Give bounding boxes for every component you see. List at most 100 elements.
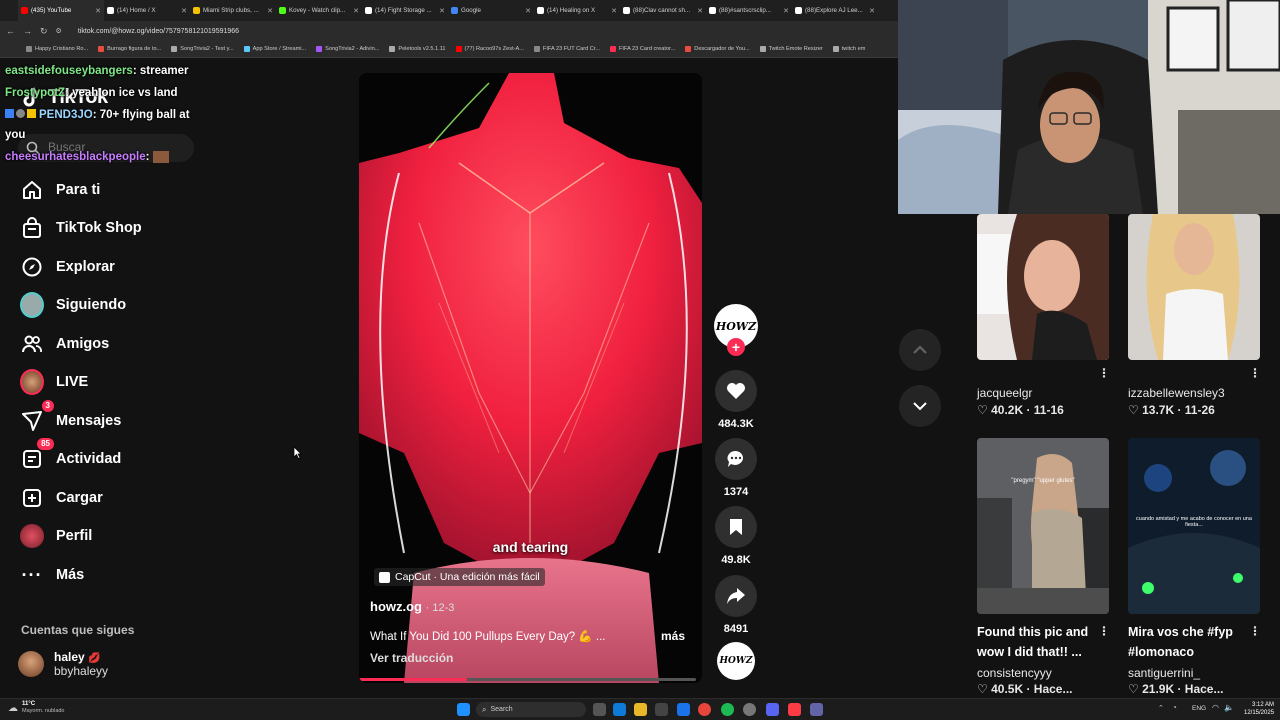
- video-player[interactable]: and tearing CapCut · Una edición más fác…: [359, 73, 702, 683]
- grid-video-thumbnail[interactable]: [1128, 214, 1260, 360]
- browser-tab[interactable]: (88)Explore AJ Lee... ✕: [792, 0, 878, 21]
- chrome-icon[interactable]: [698, 703, 711, 716]
- grid-video-thumbnail[interactable]: "pregym" "upper glutes": [977, 438, 1109, 614]
- sidebar-item-mensajes[interactable]: 3 Mensajes: [20, 400, 121, 433]
- store-icon[interactable]: [655, 703, 668, 716]
- bookmark-item[interactable]: FIFA 23 FUT Card Cr...: [533, 46, 600, 52]
- next-video-button[interactable]: [899, 385, 941, 427]
- taskbar-search[interactable]: ⌕ Search: [476, 702, 586, 717]
- sidebar-item-perfil[interactable]: Perfil: [20, 524, 92, 548]
- browser-tab[interactable]: (435) YouTube ✕: [18, 0, 104, 21]
- comment-button[interactable]: [715, 438, 757, 480]
- see-translation-link[interactable]: Ver traducción: [370, 651, 453, 665]
- close-tab-icon[interactable]: ✕: [869, 7, 875, 15]
- close-tab-icon[interactable]: ✕: [267, 7, 273, 15]
- card-username[interactable]: santiguerrini_: [1128, 666, 1200, 680]
- sidebar-item-siguiendo[interactable]: Siguiendo: [20, 292, 126, 318]
- previous-video-button[interactable]: [899, 329, 941, 371]
- tray-chevron-icon[interactable]: ⌃: [1158, 704, 1164, 712]
- wifi-icon[interactable]: ◠: [1212, 703, 1219, 712]
- close-tab-icon[interactable]: ✕: [525, 7, 531, 15]
- card-more-icon[interactable]: ⋮: [1249, 624, 1261, 638]
- close-tab-icon[interactable]: ✕: [697, 7, 703, 15]
- bookmark-label: twitch em: [841, 46, 866, 52]
- sidebar-item-para-ti[interactable]: Para ti: [20, 178, 100, 202]
- bookmark-item[interactable]: (77) Racoo97s Zest-A...: [455, 46, 524, 52]
- card-more-icon[interactable]: ⋮: [1098, 624, 1110, 638]
- capcut-badge[interactable]: CapCut · Una edición más fácil: [374, 568, 545, 586]
- task-view-icon[interactable]: [593, 703, 606, 716]
- card-username[interactable]: consistencyyy: [977, 666, 1052, 680]
- card-title[interactable]: Mira vos che #fyp #lomonaco: [1128, 622, 1253, 662]
- browser-tab[interactable]: (88)#santscrsclip... ✕: [706, 0, 792, 21]
- start-icon[interactable]: [457, 703, 470, 716]
- sound-disc[interactable]: HOWZ: [714, 642, 758, 680]
- forward-icon[interactable]: →: [23, 26, 32, 36]
- bookmark-item[interactable]: SongTrivia2 - Adivin...: [316, 46, 379, 52]
- card-username[interactable]: jacqueelgr: [977, 386, 1032, 400]
- grid-video-thumbnail[interactable]: cuando amistad y me acabo de conocer en …: [1128, 438, 1260, 614]
- browser-tab[interactable]: (88)Clav cannot sh... ✕: [620, 0, 706, 21]
- creator-avatar-button[interactable]: HOWZ +: [714, 304, 758, 356]
- close-tab-icon[interactable]: ✕: [611, 7, 617, 15]
- close-tab-icon[interactable]: ✕: [353, 7, 359, 15]
- discord-icon[interactable]: [766, 703, 779, 716]
- sidebar-item-amigos[interactable]: Amigos: [20, 332, 109, 356]
- caption-more-link[interactable]: más: [661, 629, 685, 643]
- card-title[interactable]: Found this pic and wow I did that!! ...: [977, 622, 1102, 662]
- language-indicator[interactable]: ENG: [1192, 705, 1206, 712]
- sidebar-item-actividad[interactable]: 85 Actividad: [20, 438, 121, 471]
- mail-icon[interactable]: [677, 703, 690, 716]
- teams-icon[interactable]: [810, 703, 823, 716]
- card-more-icon[interactable]: ⋮: [1249, 366, 1261, 380]
- video-author[interactable]: howz.og · 12-3: [370, 599, 454, 614]
- spotify-icon[interactable]: [721, 703, 734, 716]
- like-button[interactable]: [715, 370, 757, 412]
- music-icon[interactable]: [788, 703, 801, 716]
- site-info-icon[interactable]: ⚙: [56, 27, 62, 35]
- bookmark-item[interactable]: App Store / Streami...: [243, 46, 306, 52]
- bookmark-item[interactable]: Burrago figura de to...: [98, 46, 161, 52]
- bookmark-item[interactable]: Peletools v2.5.1.11: [389, 46, 446, 52]
- grid-video-thumbnail[interactable]: [977, 214, 1109, 360]
- browser-tab[interactable]: (14) Healing on X ✕: [534, 0, 620, 21]
- bookmark-item[interactable]: Descargador de You...: [685, 46, 750, 52]
- card-more-icon[interactable]: ⋮: [1098, 366, 1110, 380]
- close-tab-icon[interactable]: ✕: [783, 7, 789, 15]
- file-explorer-icon[interactable]: [634, 703, 647, 716]
- share-button[interactable]: [715, 575, 757, 617]
- sidebar-item-explorar[interactable]: Explorar: [20, 255, 115, 279]
- bookmark-item[interactable]: Happy Cristiano Ro...: [26, 46, 88, 52]
- browser-tab[interactable]: Kovey - Watch clip... ✕: [276, 0, 362, 21]
- bookmark-item[interactable]: SongTrivia2 - Test y...: [171, 46, 234, 52]
- reload-icon[interactable]: ↻: [40, 26, 48, 37]
- bookmark-item[interactable]: twitch em: [832, 46, 866, 52]
- volume-icon[interactable]: 🔈: [1224, 703, 1234, 712]
- browser-tab[interactable]: (14) Fight Storage ... ✕: [362, 0, 448, 21]
- video-progress-bar[interactable]: [359, 678, 696, 681]
- network-icon[interactable]: ◔: [1172, 703, 1177, 712]
- obs-icon[interactable]: [743, 703, 756, 716]
- following-account-haley[interactable]: haley 💋 bbyhaleyy: [18, 650, 108, 678]
- browser-tab[interactable]: Miami Strip clubs, ... ✕: [190, 0, 276, 21]
- sidebar-item-tiktok-shop[interactable]: TikTok Shop: [20, 216, 142, 240]
- bookmark-item[interactable]: FIFA 23 Card creator...: [610, 46, 675, 52]
- close-tab-icon[interactable]: ✕: [181, 7, 187, 15]
- card-username[interactable]: izzabellewensley3: [1128, 386, 1225, 400]
- back-icon[interactable]: ←: [6, 26, 15, 36]
- edge-icon[interactable]: [613, 703, 626, 716]
- sidebar-item-cargar[interactable]: Cargar: [20, 486, 103, 510]
- browser-tab[interactable]: (14) Home / X ✕: [104, 0, 190, 21]
- clock[interactable]: 3:12 AM 12/15/2025: [1244, 701, 1274, 717]
- save-button[interactable]: [715, 506, 757, 548]
- url-field[interactable]: tiktok.com/@howz.og/video/75797581210195…: [78, 28, 239, 35]
- browser-tab[interactable]: Google ✕: [448, 0, 534, 21]
- chevron-down-icon: [913, 402, 927, 411]
- close-tab-icon[interactable]: ✕: [95, 7, 101, 15]
- bookmark-item[interactable]: Twitch Emote Resizer: [759, 46, 823, 52]
- weather-widget[interactable]: ☁ 11°C Mayorm. nublado: [8, 701, 65, 715]
- sidebar-item-m-s[interactable]: ··· Más: [20, 563, 85, 587]
- close-tab-icon[interactable]: ✕: [439, 7, 445, 15]
- follow-plus-icon[interactable]: +: [727, 338, 745, 356]
- sidebar-item-live[interactable]: LIVE: [20, 369, 88, 395]
